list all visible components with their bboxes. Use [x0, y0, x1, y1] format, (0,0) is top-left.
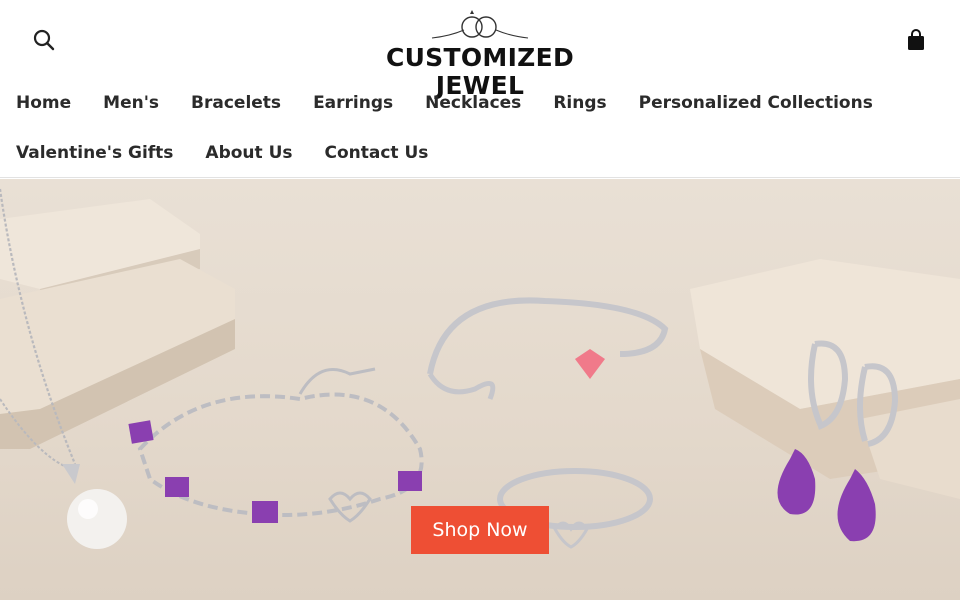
nav-item-bracelets[interactable]: Bracelets: [191, 93, 281, 113]
shop-now-button[interactable]: Shop Now: [411, 506, 549, 554]
cart-button[interactable]: [902, 26, 930, 54]
nav-item-earrings[interactable]: Earrings: [313, 93, 393, 113]
nav-item-rings[interactable]: Rings: [553, 93, 606, 113]
shopping-bag-icon: [908, 29, 924, 50]
site-header: CUSTOMIZED JEWEL: [0, 0, 960, 100]
bracelet-gem: [128, 420, 422, 523]
search-button[interactable]: [30, 26, 58, 54]
nav-item-mens[interactable]: Men's: [103, 93, 159, 113]
rings-logo-icon: [431, 10, 529, 39]
search-icon: [33, 29, 55, 51]
nav-row-secondary: Valentine's Gifts About Us Contact Us: [16, 128, 460, 178]
nav-item-personalized-collections[interactable]: Personalized Collections: [639, 93, 873, 113]
nav-item-valentines-gifts[interactable]: Valentine's Gifts: [16, 143, 173, 163]
site-logo[interactable]: CUSTOMIZED JEWEL: [340, 8, 620, 100]
nav-item-necklaces[interactable]: Necklaces: [425, 93, 521, 113]
nav-item-about-us[interactable]: About Us: [205, 143, 292, 163]
main-navigation: Home Men's Bracelets Earrings Necklaces …: [0, 78, 960, 178]
nav-item-contact-us[interactable]: Contact Us: [325, 143, 429, 163]
hero-banner: Shop Now: [0, 179, 960, 600]
nav-row-primary: Home Men's Bracelets Earrings Necklaces …: [16, 78, 905, 128]
nav-item-home[interactable]: Home: [16, 93, 71, 113]
